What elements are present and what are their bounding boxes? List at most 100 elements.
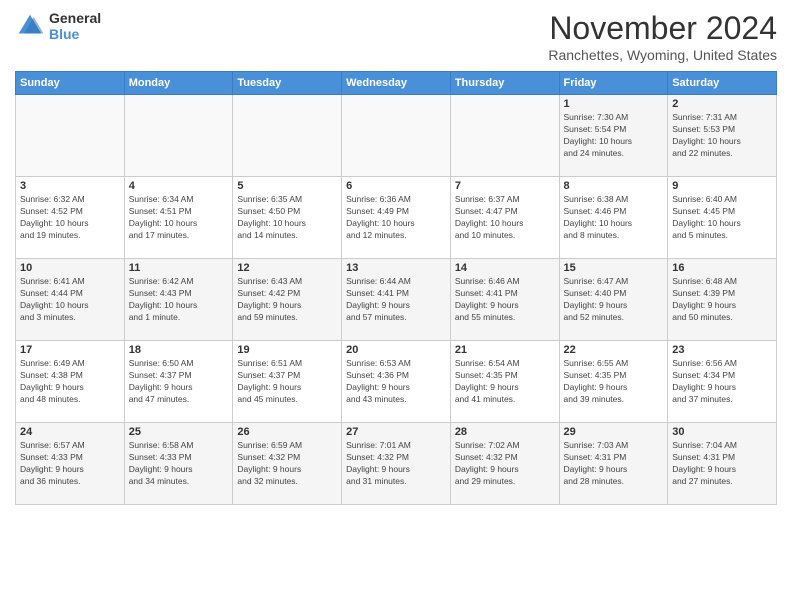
calendar-cell: 28 Sunrise: 7:02 AM Sunset: 4:32 PM Dayli… — [450, 423, 559, 505]
page: General Blue November 2024 Ranchettes, W… — [0, 0, 792, 612]
day-info: Sunrise: 6:41 AM Sunset: 4:44 PM Dayligh… — [20, 276, 120, 324]
day-info: Sunrise: 6:36 AM Sunset: 4:49 PM Dayligh… — [346, 194, 446, 242]
day-number: 3 — [20, 180, 120, 192]
day-number: 21 — [455, 344, 555, 356]
calendar-cell: 24 Sunrise: 6:57 AM Sunset: 4:33 PM Dayli… — [16, 423, 125, 505]
calendar-cell: 4 Sunrise: 6:34 AM Sunset: 4:51 PM Daylig… — [124, 177, 233, 259]
day-info: Sunrise: 6:40 AM Sunset: 4:45 PM Dayligh… — [672, 194, 772, 242]
day-number: 10 — [20, 262, 120, 274]
day-info: Sunrise: 6:49 AM Sunset: 4:38 PM Dayligh… — [20, 358, 120, 406]
day-number: 25 — [129, 426, 229, 438]
day-number: 24 — [20, 426, 120, 438]
calendar-cell: 10 Sunrise: 6:41 AM Sunset: 4:44 PM Dayli… — [16, 259, 125, 341]
day-info: Sunrise: 7:04 AM Sunset: 4:31 PM Dayligh… — [672, 440, 772, 488]
day-number: 14 — [455, 262, 555, 274]
calendar-header-monday: Monday — [124, 72, 233, 95]
day-number: 9 — [672, 180, 772, 192]
calendar-cell: 19Sunrise: 6:51 AM Sunset: 4:37 PM Dayli… — [233, 341, 342, 423]
day-number: 7 — [455, 180, 555, 192]
calendar-cell: 1Sunrise: 7:30 AM Sunset: 5:54 PM Daylig… — [559, 95, 668, 177]
day-info: Sunrise: 6:53 AM Sunset: 4:36 PM Dayligh… — [346, 358, 446, 406]
day-info: Sunrise: 6:35 AM Sunset: 4:50 PM Dayligh… — [237, 194, 337, 242]
day-number: 11 — [129, 262, 229, 274]
day-info: Sunrise: 6:46 AM Sunset: 4:41 PM Dayligh… — [455, 276, 555, 324]
day-info: Sunrise: 6:43 AM Sunset: 4:42 PM Dayligh… — [237, 276, 337, 324]
day-number: 20 — [346, 344, 446, 356]
day-info: Sunrise: 7:02 AM Sunset: 4:32 PM Dayligh… — [455, 440, 555, 488]
day-number: 8 — [564, 180, 664, 192]
day-info: Sunrise: 6:58 AM Sunset: 4:33 PM Dayligh… — [129, 440, 229, 488]
title-block: November 2024 Ranchettes, Wyoming, Unite… — [548, 10, 777, 63]
day-number: 26 — [237, 426, 337, 438]
day-info: Sunrise: 7:30 AM Sunset: 5:54 PM Dayligh… — [564, 112, 664, 160]
day-info: Sunrise: 6:34 AM Sunset: 4:51 PM Dayligh… — [129, 194, 229, 242]
calendar-week-row: 17 Sunrise: 6:49 AM Sunset: 4:38 PM Dayli… — [16, 341, 777, 423]
header: General Blue November 2024 Ranchettes, W… — [15, 10, 777, 63]
calendar-cell: 9 Sunrise: 6:40 AM Sunset: 4:45 PM Daylig… — [668, 177, 777, 259]
calendar-header-thursday: Thursday — [450, 72, 559, 95]
day-info: Sunrise: 6:47 AM Sunset: 4:40 PM Dayligh… — [564, 276, 664, 324]
calendar-cell: 25 Sunrise: 6:58 AM Sunset: 4:33 PM Dayli… — [124, 423, 233, 505]
day-info: Sunrise: 7:31 AM Sunset: 5:53 PM Dayligh… — [672, 112, 772, 160]
calendar-week-row: 3 Sunrise: 6:32 AM Sunset: 4:52 PM Daylig… — [16, 177, 777, 259]
calendar-cell: 3 Sunrise: 6:32 AM Sunset: 4:52 PM Daylig… — [16, 177, 125, 259]
calendar-cell: 26 Sunrise: 6:59 AM Sunset: 4:32 PM Dayli… — [233, 423, 342, 505]
day-number: 6 — [346, 180, 446, 192]
calendar-cell: 11 Sunrise: 6:42 AM Sunset: 4:43 PM Dayli… — [124, 259, 233, 341]
day-number: 5 — [237, 180, 337, 192]
calendar-cell — [342, 95, 451, 177]
location: Ranchettes, Wyoming, United States — [548, 47, 777, 63]
day-info: Sunrise: 7:01 AM Sunset: 4:32 PM Dayligh… — [346, 440, 446, 488]
day-number: 15 — [564, 262, 664, 274]
day-info: Sunrise: 6:59 AM Sunset: 4:32 PM Dayligh… — [237, 440, 337, 488]
day-number: 13 — [346, 262, 446, 274]
calendar-cell: 18Sunrise: 6:50 AM Sunset: 4:37 PM Dayli… — [124, 341, 233, 423]
day-info: Sunrise: 6:44 AM Sunset: 4:41 PM Dayligh… — [346, 276, 446, 324]
day-number: 17 — [20, 344, 120, 356]
day-number: 27 — [346, 426, 446, 438]
calendar-cell: 30 Sunrise: 7:04 AM Sunset: 4:31 PM Dayli… — [668, 423, 777, 505]
calendar-header-wednesday: Wednesday — [342, 72, 451, 95]
calendar-week-row: 10 Sunrise: 6:41 AM Sunset: 4:44 PM Dayli… — [16, 259, 777, 341]
day-number: 28 — [455, 426, 555, 438]
day-number: 23 — [672, 344, 772, 356]
day-info: Sunrise: 6:38 AM Sunset: 4:46 PM Dayligh… — [564, 194, 664, 242]
calendar-cell: 2Sunrise: 7:31 AM Sunset: 5:53 PM Daylig… — [668, 95, 777, 177]
day-info: Sunrise: 6:48 AM Sunset: 4:39 PM Dayligh… — [672, 276, 772, 324]
calendar-cell: 29Sunrise: 7:03 AM Sunset: 4:31 PM Dayli… — [559, 423, 668, 505]
calendar-header-row: SundayMondayTuesdayWednesdayThursdayFrid… — [16, 72, 777, 95]
day-number: 12 — [237, 262, 337, 274]
logo-general-text: General — [49, 10, 101, 26]
day-number: 30 — [672, 426, 772, 438]
day-number: 22 — [564, 344, 664, 356]
calendar-week-row: 24 Sunrise: 6:57 AM Sunset: 4:33 PM Dayli… — [16, 423, 777, 505]
day-number: 19 — [237, 344, 337, 356]
day-info: Sunrise: 6:37 AM Sunset: 4:47 PM Dayligh… — [455, 194, 555, 242]
day-info: Sunrise: 6:57 AM Sunset: 4:33 PM Dayligh… — [20, 440, 120, 488]
calendar-cell: 23Sunrise: 6:56 AM Sunset: 4:34 PM Dayli… — [668, 341, 777, 423]
calendar-cell: 14 Sunrise: 6:46 AM Sunset: 4:41 PM Dayli… — [450, 259, 559, 341]
day-info: Sunrise: 6:32 AM Sunset: 4:52 PM Dayligh… — [20, 194, 120, 242]
calendar-header-sunday: Sunday — [16, 72, 125, 95]
calendar-header-friday: Friday — [559, 72, 668, 95]
day-number: 4 — [129, 180, 229, 192]
calendar-cell: 7 Sunrise: 6:37 AM Sunset: 4:47 PM Daylig… — [450, 177, 559, 259]
day-info: Sunrise: 6:55 AM Sunset: 4:35 PM Dayligh… — [564, 358, 664, 406]
calendar-cell: 16 Sunrise: 6:48 AM Sunset: 4:39 PM Dayli… — [668, 259, 777, 341]
calendar-cell: 22 Sunrise: 6:55 AM Sunset: 4:35 PM Dayli… — [559, 341, 668, 423]
calendar-header-saturday: Saturday — [668, 72, 777, 95]
day-info: Sunrise: 6:54 AM Sunset: 4:35 PM Dayligh… — [455, 358, 555, 406]
month-title: November 2024 — [548, 10, 777, 47]
calendar-cell — [233, 95, 342, 177]
calendar-cell: 6 Sunrise: 6:36 AM Sunset: 4:49 PM Daylig… — [342, 177, 451, 259]
day-number: 29 — [564, 426, 664, 438]
logo-icon — [15, 11, 45, 41]
calendar-cell: 12 Sunrise: 6:43 AM Sunset: 4:42 PM Dayli… — [233, 259, 342, 341]
day-info: Sunrise: 6:42 AM Sunset: 4:43 PM Dayligh… — [129, 276, 229, 324]
logo-text: General Blue — [49, 10, 101, 42]
calendar-cell: 20 Sunrise: 6:53 AM Sunset: 4:36 PM Dayli… — [342, 341, 451, 423]
calendar-cell: 8 Sunrise: 6:38 AM Sunset: 4:46 PM Daylig… — [559, 177, 668, 259]
calendar-cell — [450, 95, 559, 177]
calendar-cell — [16, 95, 125, 177]
day-number: 16 — [672, 262, 772, 274]
